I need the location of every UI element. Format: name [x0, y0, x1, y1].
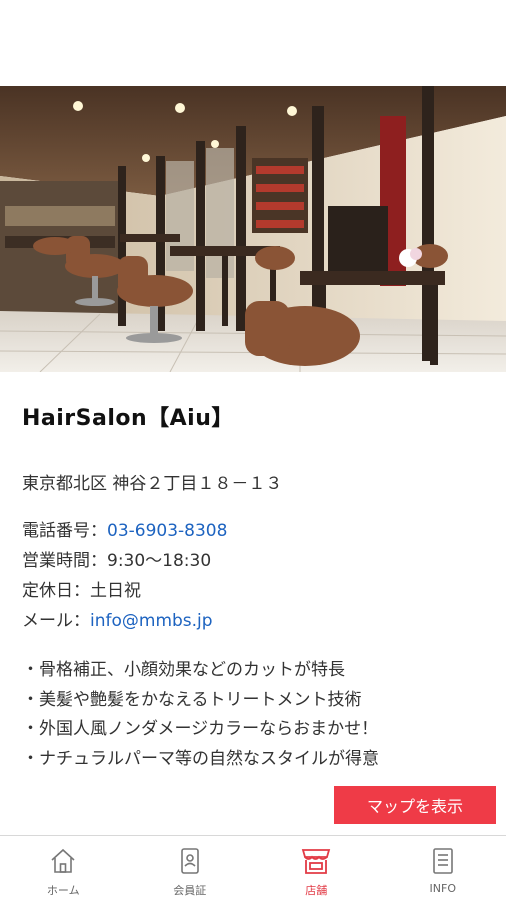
closed-days-row: 定休日：土日祝	[22, 576, 484, 606]
tab-info-label: INFO	[429, 882, 456, 895]
tab-member-card-label: 会員証	[173, 884, 207, 897]
tab-home-label: ホーム	[46, 884, 80, 897]
feature-item: ・骨格補正、小顔効果などのカットが特長	[22, 660, 345, 680]
feature-item: ・美髪や艶髪をかなえるトリートメント技術	[22, 689, 362, 710]
closed-value: 土日祝	[90, 581, 141, 601]
email-link[interactable]: info@mmbs.jp	[90, 611, 213, 631]
phone-row: 電話番号：03-6903-8308	[22, 516, 484, 546]
hours-label: 営業時間：	[22, 551, 107, 571]
email-row: メール：info@mmbs.jp	[22, 606, 484, 636]
store-details: HairSalon【Aiu】 東京都北区 神谷２丁目１８－１３ 電話番号：03-…	[22, 400, 484, 774]
info-list-icon	[427, 845, 459, 877]
tab-store[interactable]: 店舗	[253, 836, 380, 900]
tab-info[interactable]: INFO	[380, 836, 506, 900]
hours-row: 営業時間：9:30〜18:30	[22, 546, 484, 576]
member-card-icon	[174, 845, 206, 877]
feature-item: ・ナチュラルパーマ等の自然なスタイルが得意	[22, 748, 379, 769]
tab-member-card[interactable]: 会員証	[127, 836, 254, 900]
bottom-tab-bar: ホーム 会員証 店舗 INFO	[0, 835, 506, 900]
tab-home[interactable]: ホーム	[0, 836, 127, 900]
feature-list: ・骨格補正、小顔効果などのカットが特長 ・美髪や艶髪をかなえるトリートメント技術…	[22, 656, 484, 774]
feature-item: ・外国人風ノンダメージカラーならおまかせ！	[22, 719, 379, 739]
tab-store-label: 店舗	[305, 884, 328, 897]
show-map-button[interactable]: マップを表示	[334, 786, 496, 824]
contact-info: 電話番号：03-6903-8308 営業時間：9:30〜18:30 定休日：土日…	[22, 516, 484, 636]
phone-label: 電話番号：	[22, 521, 107, 541]
salon-photo	[0, 86, 506, 372]
shop-name: HairSalon【Aiu】	[22, 406, 234, 431]
store-icon	[300, 845, 332, 877]
email-label: メール：	[22, 611, 90, 631]
closed-label: 定休日：	[22, 581, 90, 601]
home-icon	[47, 845, 79, 877]
phone-link[interactable]: 03-6903-8308	[107, 521, 227, 541]
shop-address: 東京都北区 神谷２丁目１８－１３	[22, 474, 283, 494]
hours-value: 9:30〜18:30	[107, 551, 212, 571]
